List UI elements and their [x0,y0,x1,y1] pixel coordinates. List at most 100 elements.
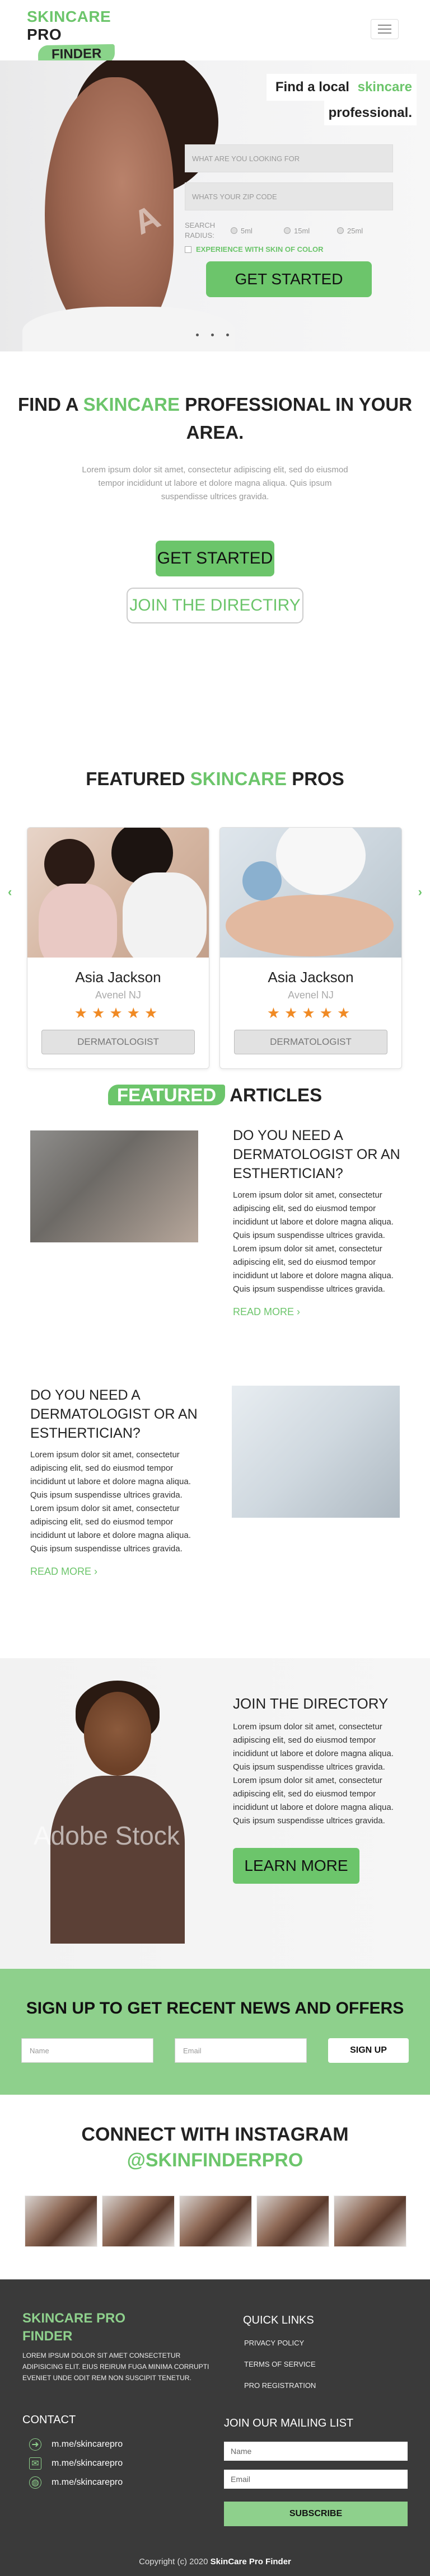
terms-of-service-link[interactable]: TERMS OF SERVICE [244,2360,316,2368]
pro-location: Avenel NJ [95,989,141,1001]
pro-name: Asia Jackson [75,969,161,986]
radius-option-25[interactable]: 25ml [337,227,390,235]
radio-icon [284,227,291,234]
find-get-started-button[interactable]: GET STARTED [156,541,274,576]
article-photo[interactable] [232,1386,400,1518]
join-text: JOIN THE DIRECTORY Lorem ipsum dolor sit… [233,1695,401,1884]
newsletter-name-input[interactable]: Name [21,2038,153,2063]
instagram-thumb[interactable] [334,2195,406,2247]
site-footer: SKINCARE PRO FINDER LOREM IPSUM DOLOR SIT… [0,2279,430,2576]
find-title: FIND A SKINCARE PROFESSIONAL IN YOUR ARE… [17,394,413,443]
pro-role-button[interactable]: DERMATOLOGIST [41,1030,195,1054]
radius-selector: SEARCH RADIUS: 5ml 15ml 25ml [185,220,393,241]
hero-title: Find a local skincare professional. [266,74,417,125]
chevron-left-icon[interactable]: ‹ [8,885,12,899]
radius-option-5[interactable]: 5ml [231,227,284,235]
contact-web[interactable]: ◍ m.me/skincarepro [29,2476,123,2489]
footer-about: LOREM IPSUM DOLOR SIT AMET CONSECTETUR A… [22,2352,209,2382]
pro-registration-link[interactable]: PRO REGISTRATION [244,2381,316,2390]
instagram-thumb[interactable] [102,2195,175,2247]
newsletter-email-input[interactable]: Email [175,2038,307,2063]
hero-get-started-button[interactable]: GET STARTED [206,261,372,297]
find-body: Lorem ipsum dolor sit amet, consectetur … [82,465,348,501]
featured-pros-section: FEATURED SKINCARE PROS ‹ › Asia Jackson … [0,768,430,1079]
radius-label: SEARCH RADIUS: [185,221,216,240]
zip-input[interactable]: WHATS YOUR ZIP CODE [185,182,393,210]
quick-links-title: QUICK LINKS [243,2314,314,2326]
star-icon: ★★★★★ [74,1005,162,1021]
pro-photo [27,828,209,958]
footer-email-input[interactable]: Email [224,2470,408,2489]
join-directory-section: Adobe Stock JOIN THE DIRECTORY Lorem ips… [0,1658,430,1969]
article-item: DO YOU NEED A DERMATOLOGIST OR AN ESTHER… [233,1126,401,1318]
hero-title-accent: skincare [357,76,412,98]
learn-more-button[interactable]: LEARN MORE [233,1848,359,1884]
carousel-dot[interactable] [196,334,199,336]
menu-icon[interactable] [371,19,399,39]
site-header: SKINCARE PRO FINDER [0,0,430,65]
pro-location: Avenel NJ [288,989,334,1001]
contact-messenger[interactable]: ➜ m.me/skincarepro [29,2438,123,2451]
skin-of-color-checkbox[interactable]: EXPERIENCE WITH SKIN OF COLOR [185,245,393,254]
instagram-title: CONNECT WITH INSTAGRAM @SKINFINDERPRO [0,2122,430,2173]
article-body: Lorem ipsum dolor sit amet, consectetur … [30,1450,191,1554]
instagram-handle[interactable]: @SKINFINDERPRO [0,2147,430,2173]
pro-card[interactable]: Asia Jackson Avenel NJ ★★★★★ DERMATOLOGI… [219,827,402,1069]
find-section: FIND A SKINCARE PROFESSIONAL IN YOUR ARE… [0,351,430,768]
pro-cards: Asia Jackson Avenel NJ ★★★★★ DERMATOLOGI… [27,827,402,1069]
copyright: Copyright (c) 2020 SkinCare Pro Finder [139,2557,291,2566]
newsletter-section: SIGN UP TO GET RECENT NEWS AND OFFERS Na… [0,1969,430,2095]
star-icon: ★★★★★ [267,1005,355,1021]
radius-option-15[interactable]: 15ml [284,227,337,235]
pro-name: Asia Jackson [268,969,354,986]
article-item: DO YOU NEED A DERMATOLOGIST OR AN ESTHER… [30,1386,198,1578]
instagram-thumb[interactable] [179,2195,252,2247]
featured-articles-section: FEATURED ARTICLES DO YOU NEED A DERMATOL… [0,1079,430,1658]
join-watermark: Adobe Stock [34,1821,180,1850]
chevron-right-icon[interactable]: › [418,885,422,899]
globe-icon: ◍ [29,2476,41,2489]
hero-photo-towel [22,307,235,351]
hero-search-form: WHAT ARE YOU LOOKING FOR WHATS YOUR ZIP … [185,144,393,297]
logo-text-green: SKINCARE [27,8,111,25]
subscribe-button[interactable]: SUBSCRIBE [224,2502,408,2526]
mail-icon: ✉ [29,2457,41,2470]
radio-icon [337,227,344,234]
contact-title: CONTACT [22,2414,76,2426]
article-body: Lorem ipsum dolor sit amet, consectetur … [233,1190,394,1294]
hero-title-prefix: Find a local [270,75,354,100]
article-photo[interactable] [30,1130,198,1242]
search-input[interactable]: WHAT ARE YOU LOOKING FOR [185,144,393,172]
join-title: JOIN THE DIRECTORY [233,1695,389,1712]
hero-title-line2: professional. [324,101,417,125]
article-heading[interactable]: DO YOU NEED A DERMATOLOGIST OR AN ESTHER… [30,1386,198,1443]
join-directory-button[interactable]: JOIN THE DIRECTIRY [127,588,303,623]
instagram-thumb[interactable] [25,2195,97,2247]
instagram-feed [25,2195,406,2247]
instagram-thumb[interactable] [256,2195,329,2247]
footer-name-input[interactable]: Name [224,2442,408,2461]
featured-pros-title: FEATURED SKINCARE PROS [86,768,344,789]
read-more-link[interactable]: READ MORE › [233,1306,401,1318]
hero-section: A Find a local skincare professional. WH… [0,60,430,351]
checkbox-icon [185,246,191,253]
carousel-dots [196,334,229,336]
join-body: Lorem ipsum dolor sit amet, consectetur … [233,1722,394,1826]
article-heading[interactable]: DO YOU NEED A DERMATOLOGIST OR AN ESTHER… [233,1126,401,1183]
skin-of-color-label: EXPERIENCE WITH SKIN OF COLOR [196,245,324,254]
footer-logo[interactable]: SKINCARE PRO FINDER [22,2310,125,2345]
privacy-policy-link[interactable]: PRIVACY POLICY [244,2339,304,2347]
carousel-dot[interactable] [226,334,229,336]
mailing-list-title: JOIN OUR MAILING LIST [224,2417,354,2429]
sign-up-button[interactable]: SIGN UP [328,2038,409,2063]
site-logo[interactable]: SKINCARE PRO FINDER [27,8,133,65]
contact-mail[interactable]: ✉ m.me/skincarepro [29,2457,123,2470]
pro-card[interactable]: Asia Jackson Avenel NJ ★★★★★ DERMATOLOGI… [27,827,209,1069]
instagram-section: CONNECT WITH INSTAGRAM @SKINFINDERPRO [0,2095,430,2279]
pro-role-button[interactable]: DERMATOLOGIST [234,1030,387,1054]
articles-title: FEATURED ARTICLES [0,1085,430,1106]
read-more-link[interactable]: READ MORE › [30,1566,198,1578]
carousel-dot[interactable] [211,334,214,336]
newsletter-title: SIGN UP TO GET RECENT NEWS AND OFFERS [26,1999,404,2017]
logo-text-dark: PRO [27,26,62,43]
